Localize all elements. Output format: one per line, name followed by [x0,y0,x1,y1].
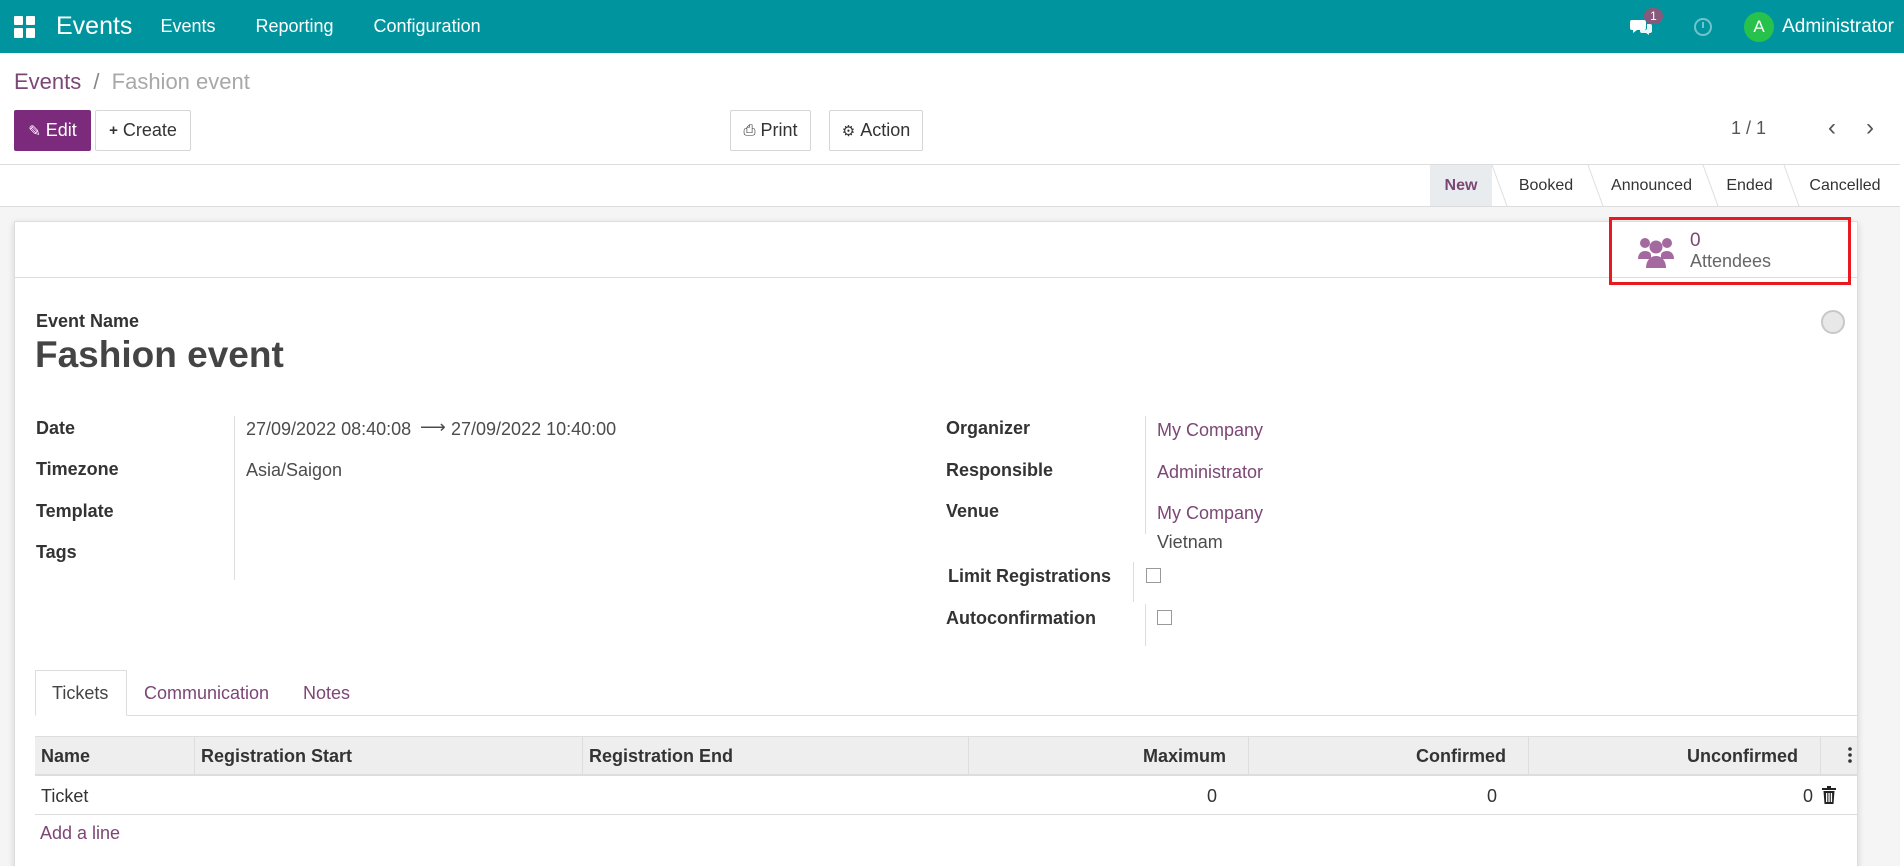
trash-icon[interactable] [1822,786,1836,804]
breadcrumb: Events / Fashion event [14,69,250,95]
organizer-field[interactable]: My Company [1157,420,1263,441]
pager-value[interactable]: 1 / 1 [1731,118,1766,139]
attendees-stat-button[interactable]: 0 Attendees [1609,217,1851,285]
stage-statusbar: New Booked Announced Ended Cancelled [0,164,1900,207]
event-name-field[interactable]: Fashion event [35,334,284,376]
pencil-icon: ✎ [28,122,41,140]
action-button[interactable]: ⚙ Action [829,110,923,151]
field-divider [234,416,235,580]
event-name-label: Event Name [36,311,140,331]
date-label: Date [36,418,76,438]
optional-columns-icon[interactable] [1848,746,1852,764]
ticket-end-cell[interactable] [583,777,969,815]
venue-field[interactable]: My Company [1157,503,1263,524]
column-maximum[interactable]: Maximum [969,737,1249,775]
ticket-start-cell[interactable] [195,777,583,815]
action-button-label: Action [860,120,911,140]
ticket-unconfirmed-cell[interactable]: 0 [1529,777,1821,815]
plus-icon: + [109,122,118,139]
column-registration-end[interactable]: Registration End [583,737,969,775]
attendees-count: 0 [1690,230,1701,251]
menu-events[interactable]: Events [160,16,215,37]
organizer-label: Organizer [946,418,1031,438]
table-row[interactable]: Ticket 0 0 0 [35,777,1857,815]
timezone-field[interactable]: Asia/Saigon [246,460,342,481]
print-button-label: Print [760,120,798,140]
field-divider [1145,604,1146,646]
notebook-tabs: Tickets Communication Notes [35,670,1857,716]
menu-reporting[interactable]: Reporting [255,16,333,37]
breadcrumb-current: Fashion event [111,69,250,94]
avatar[interactable]: A [1744,11,1775,42]
edit-button[interactable]: ✎ Edit [14,110,91,151]
column-registration-start[interactable]: Registration Start [195,737,583,775]
tab-tickets[interactable]: Tickets [35,670,127,716]
menu-configuration[interactable]: Configuration [374,16,481,37]
edit-button-label: Edit [45,120,77,140]
users-icon [1638,238,1674,268]
column-confirmed[interactable]: Confirmed [1249,737,1529,775]
autoconfirmation-checkbox[interactable] [1157,610,1172,625]
limit-registrations-label: Limit Registrations [948,566,1112,586]
column-name[interactable]: Name [35,737,195,775]
stage-ended[interactable]: Ended [1715,165,1784,206]
create-button-label: Create [122,120,177,140]
field-divider [1133,562,1134,602]
tab-communication[interactable]: Communication [128,670,285,716]
activity-clock-icon[interactable] [1694,17,1713,36]
breadcrumb-separator: / [93,69,100,94]
button-box: 0 Attendees [15,217,1857,285]
venue-country: Vietnam [1157,532,1223,552]
kanban-state-icon[interactable] [1821,310,1845,334]
breadcrumb-events-link[interactable]: Events [14,69,81,94]
stage-booked[interactable]: Booked [1504,165,1588,206]
ticket-maximum-cell[interactable]: 0 [969,777,1249,815]
apps-grid-icon[interactable] [14,15,36,38]
field-divider [1145,416,1146,534]
add-a-line-link[interactable]: Add a line [40,823,120,844]
date-arrow-icon: ⟶ [420,417,446,437]
responsible-label: Responsible [946,460,1054,480]
attendees-label: Attendees [1690,251,1772,271]
tab-notes[interactable]: Notes [287,670,366,716]
stage-cancelled[interactable]: Cancelled [1796,165,1894,206]
tags-label: Tags [36,542,77,562]
limit-registrations-checkbox[interactable] [1146,568,1161,583]
pager-next-icon[interactable]: › [1866,114,1874,142]
print-button[interactable]: ⎙ Print [730,110,811,151]
create-button[interactable]: + Create [95,110,191,151]
user-menu[interactable]: Administrator [1782,16,1894,38]
timezone-label: Timezone [36,459,119,479]
chat-badge: 1 [1644,7,1663,24]
chat-icon[interactable]: 1 [1630,7,1663,36]
top-navbar: Events Events Reporting Configuration 1 … [0,0,1904,53]
responsible-field[interactable]: Administrator [1157,462,1263,483]
ticket-confirmed-cell[interactable]: 0 [1249,777,1529,815]
venue-label: Venue [946,501,1000,521]
autoconfirmation-label: Autoconfirmation [946,608,1096,628]
pager-previous-icon[interactable]: ‹ [1828,114,1836,142]
template-label: Template [36,501,114,521]
printer-icon: ⎙ [743,122,756,139]
ticket-name-cell[interactable]: Ticket [35,777,195,815]
date-end-field[interactable]: 27/09/2022 10:40:00 [451,419,616,440]
app-name[interactable]: Events [56,12,132,41]
stage-announced[interactable]: Announced [1600,165,1703,206]
gear-icon: ⚙ [841,122,856,140]
tickets-table-header: Name Registration Start Registration End… [35,736,1857,776]
column-unconfirmed[interactable]: Unconfirmed [1529,737,1821,775]
date-start-field[interactable]: 27/09/2022 08:40:08 [246,419,411,440]
